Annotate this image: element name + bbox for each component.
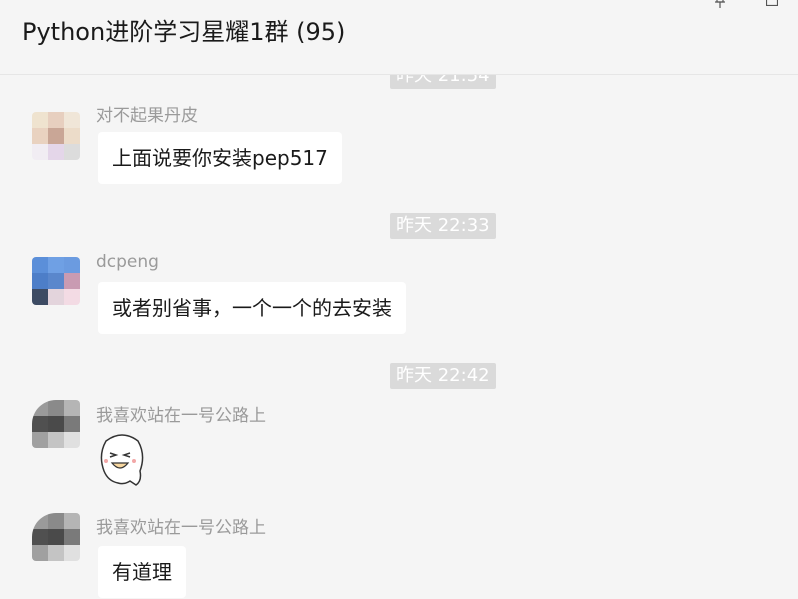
pin-icon[interactable] — [713, 0, 727, 8]
chat-title: Python进阶学习星耀1群 (95) — [22, 18, 346, 46]
sender-name: 对不起果丹皮 — [96, 106, 198, 126]
sender-name: 我喜欢站在一号公路上 — [96, 406, 266, 426]
avatar[interactable] — [32, 257, 80, 305]
avatar[interactable] — [32, 513, 80, 561]
timestamp: 昨天 22:42 — [390, 363, 496, 389]
timestamp: 昨天 21:54 — [390, 75, 496, 89]
maximize-icon[interactable] — [766, 0, 778, 6]
message-bubble[interactable]: 上面说要你安装pep517 — [98, 132, 342, 184]
chat-window: Python进阶学习星耀1群 (95) 昨天 21:54 对不起果丹皮 上面说要… — [0, 0, 798, 599]
avatar[interactable] — [32, 112, 80, 160]
message-bubble[interactable]: 有道理 — [98, 546, 186, 598]
message-bubble[interactable]: 或者别省事，一个一个的去安装 — [98, 282, 406, 334]
message-list[interactable]: 昨天 21:54 对不起果丹皮 上面说要你安装pep517 昨天 22:33 d… — [0, 75, 798, 599]
sender-name: dcpeng — [96, 252, 159, 272]
sender-name: 我喜欢站在一号公路上 — [96, 518, 266, 538]
laughing-face-sticker[interactable] — [96, 431, 148, 487]
timestamp: 昨天 22:33 — [390, 213, 496, 239]
avatar[interactable] — [32, 400, 80, 448]
chat-header: Python进阶学习星耀1群 (95) — [0, 0, 798, 75]
